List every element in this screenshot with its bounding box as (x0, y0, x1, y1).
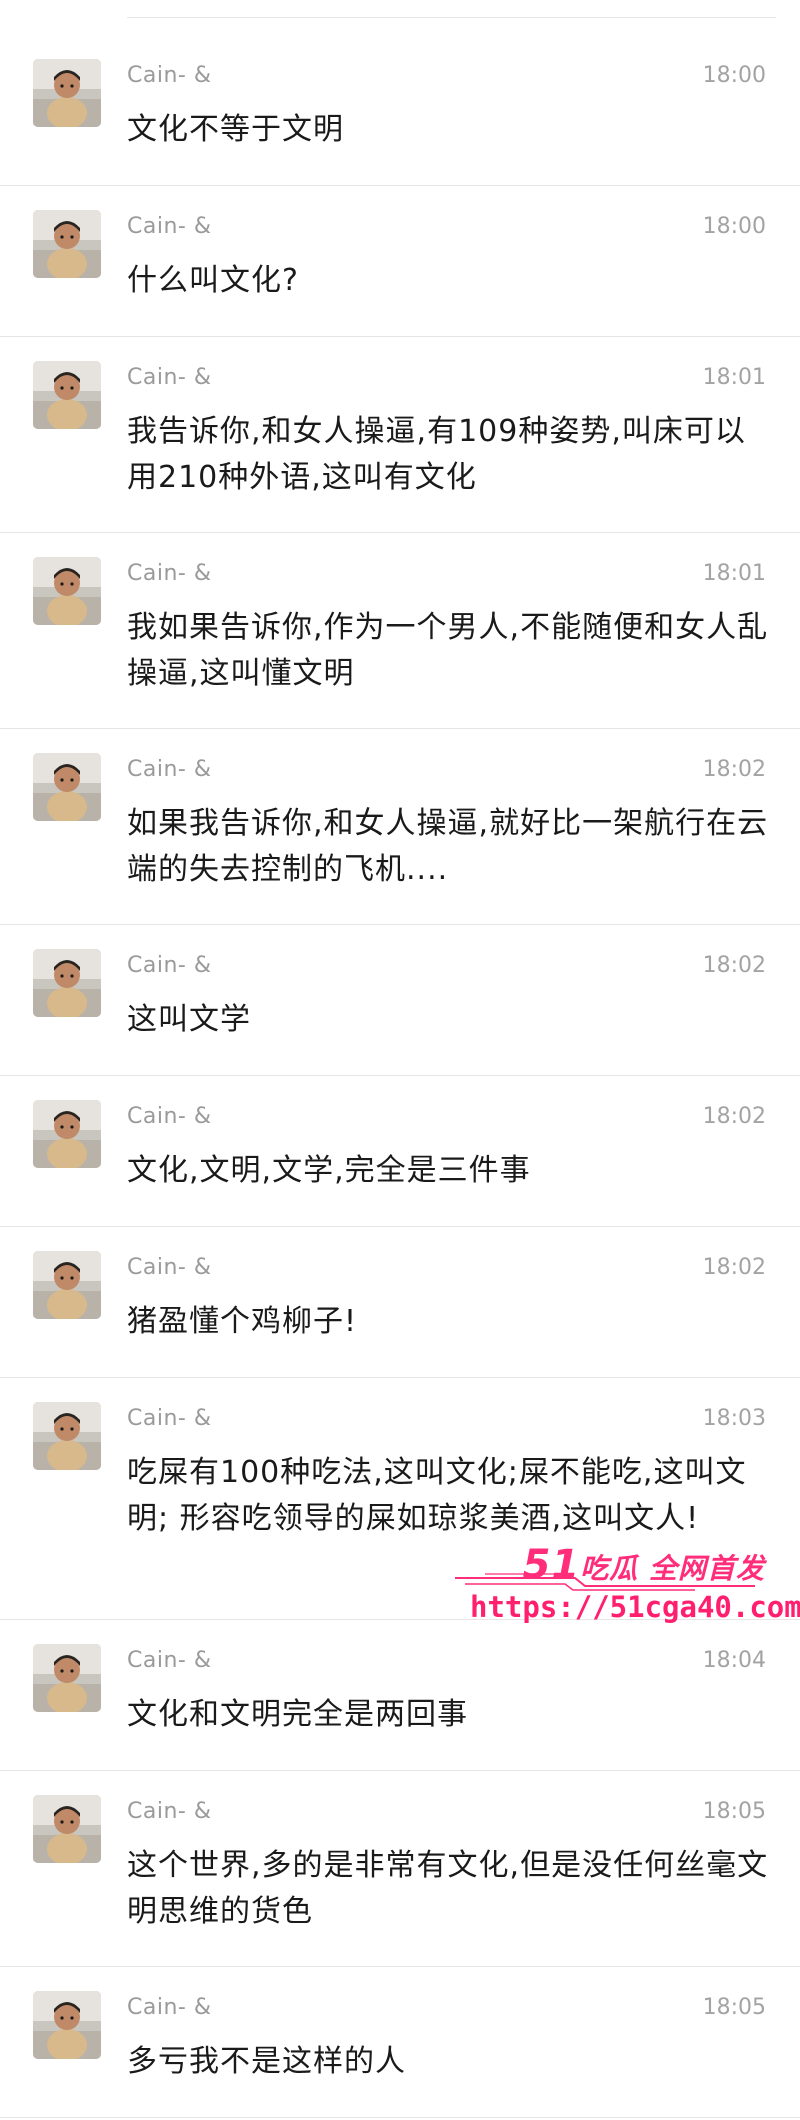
list-item[interactable]: Cain- & 18:05 多亏我不是这样的人 (0, 1967, 800, 2118)
avatar[interactable] (33, 1795, 101, 1863)
list-item[interactable]: Cain- & 18:00 文化不等于文明 (0, 35, 800, 186)
sender-name: Cain- & (127, 1406, 212, 1431)
sender-name: Cain- & (127, 1255, 212, 1280)
message-time: 18:02 (702, 953, 766, 978)
avatar[interactable] (33, 557, 101, 625)
avatar[interactable] (33, 949, 101, 1017)
message-time: 18:04 (702, 1648, 766, 1673)
sender-name: Cain- & (127, 63, 212, 88)
avatar[interactable] (33, 1251, 101, 1319)
message-text: 我如果告诉你,作为一个男人,不能随便和女人乱操逼,这叫懂文明 (127, 610, 769, 691)
list-item[interactable]: Cain- & 18:05 这个世界,多的是非常有文化,但是没任何丝毫文明思维的… (0, 1771, 800, 1967)
message-text: 文化和文明完全是两回事 (127, 1697, 468, 1732)
avatar[interactable] (33, 1991, 101, 2059)
list-item[interactable]: Cain- & 18:02 文化,文明,文学,完全是三件事 (0, 1076, 800, 1227)
avatar[interactable] (33, 361, 101, 429)
message-text: 如果我告诉你,和女人操逼,就好比一架航行在云端的失去控制的飞机.... (127, 806, 769, 887)
message-time: 18:05 (702, 1799, 766, 1824)
sender-name: Cain- & (127, 561, 212, 586)
avatar[interactable] (33, 1100, 101, 1168)
avatar[interactable] (33, 210, 101, 278)
message-text: 这个世界,多的是非常有文化,但是没任何丝毫文明思维的货色 (127, 1848, 769, 1929)
list-item[interactable]: Cain- & 18:00 什么叫文化? (0, 186, 800, 337)
list-item[interactable]: Cain- & 18:02 这叫文学 (0, 925, 800, 1076)
message-text: 什么叫文化? (127, 263, 299, 298)
sender-name: Cain- & (127, 1995, 212, 2020)
list-item[interactable]: Cain- & 18:01 我如果告诉你,作为一个男人,不能随便和女人乱操逼,这… (0, 533, 800, 729)
sender-name: Cain- & (127, 1104, 212, 1129)
message-time: 18:01 (702, 561, 766, 586)
message-time: 18:03 (702, 1406, 766, 1431)
watermark: 51吃瓜 全网首发 https://51cga40.com (455, 1542, 800, 1632)
message-text: 文化,文明,文学,完全是三件事 (127, 1153, 531, 1188)
sender-name: Cain- & (127, 1648, 212, 1673)
message-text: 多亏我不是这样的人 (127, 2044, 406, 2079)
avatar[interactable] (33, 1402, 101, 1470)
message-text: 这叫文学 (127, 1002, 251, 1037)
message-time: 18:01 (702, 365, 766, 390)
message-text: 我告诉你,和女人操逼,有109种姿势,叫床可以用210种外语,这叫有文化 (127, 414, 746, 495)
avatar[interactable] (33, 1644, 101, 1712)
list-item[interactable]: Cain- & 18:01 我告诉你,和女人操逼,有109种姿势,叫床可以用21… (0, 337, 800, 533)
sender-name: Cain- & (127, 953, 212, 978)
list-item[interactable]: Cain- & 18:02 如果我告诉你,和女人操逼,就好比一架航行在云端的失去… (0, 729, 800, 925)
avatar[interactable] (33, 753, 101, 821)
sender-name: Cain- & (127, 214, 212, 239)
message-time: 18:00 (702, 63, 766, 88)
top-divider (127, 17, 776, 18)
sender-name: Cain- & (127, 365, 212, 390)
message-time: 18:02 (702, 1255, 766, 1280)
message-time: 18:02 (702, 1104, 766, 1129)
avatar[interactable] (33, 59, 101, 127)
list-item[interactable]: Cain- & 18:04 文化和文明完全是两回事 (0, 1620, 800, 1771)
message-text: 猪盈懂个鸡柳子! (127, 1304, 358, 1339)
message-text: 文化不等于文明 (127, 112, 344, 147)
message-time: 18:00 (702, 214, 766, 239)
message-time: 18:05 (702, 1995, 766, 2020)
sender-name: Cain- & (127, 757, 212, 782)
message-text: 吃屎有100种吃法,这叫文化;屎不能吃,这叫文明; 形容吃领导的屎如琼浆美酒,这… (127, 1455, 747, 1536)
watermark-url: https://51cga40.com (470, 1590, 800, 1624)
message-time: 18:02 (702, 757, 766, 782)
message-list: Cain- & 18:00 文化不等于文明 Cain- & 18:00 什么叫文… (0, 35, 800, 2118)
sender-name: Cain- & (127, 1799, 212, 1824)
list-item[interactable]: Cain- & 18:02 猪盈懂个鸡柳子! (0, 1227, 800, 1378)
